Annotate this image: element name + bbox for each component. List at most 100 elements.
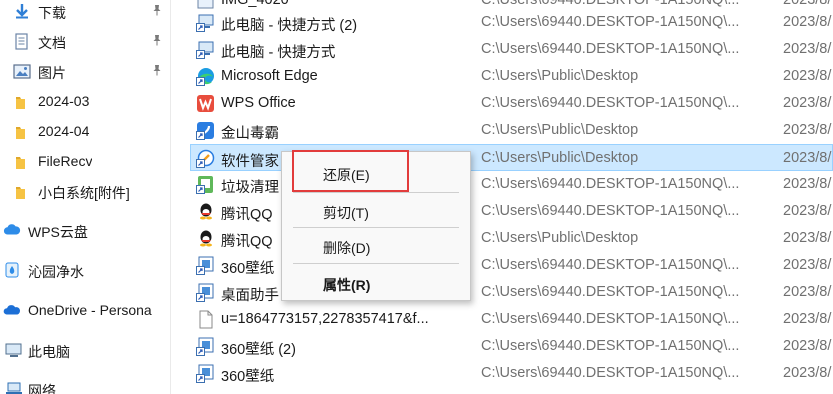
file-row[interactable]: 此电脑 - 快捷方式 (2) C:\Users\69440.DESKTOP-1A… xyxy=(191,9,833,36)
file-location: C:\Users\69440.DESKTOP-1A150NQ\... xyxy=(481,0,740,8)
file-location: C:\Users\Public\Desktop xyxy=(481,150,639,166)
sidebar-item-folder-filerecv[interactable]: FileRecv xyxy=(0,147,170,175)
sidebar-item-label: 小白系统[附件] xyxy=(38,185,130,201)
file-date: 2023/8/ xyxy=(783,257,832,273)
sidebar-item-label: 文档 xyxy=(38,35,66,51)
file-location: C:\Users\69440.DESKTOP-1A150NQ\... xyxy=(481,311,740,327)
sidebar-item-wps-cloud[interactable]: WPS云盘 xyxy=(0,216,170,244)
sidebar-item-label: 沁园净水 xyxy=(28,264,84,280)
sidebar-item-label: 下载 xyxy=(38,5,66,21)
file-date: 2023/8/ xyxy=(783,338,832,354)
wps-icon xyxy=(196,94,215,113)
menu-item-label: 属性(R) xyxy=(323,277,371,293)
sidebar-item-this-pc[interactable]: 此电脑 xyxy=(0,336,170,364)
menu-item-properties[interactable]: 属性(R) xyxy=(282,267,470,297)
restore-highlight-annotation xyxy=(292,150,409,192)
sidebar-item-label: WPS云盘 xyxy=(28,224,88,240)
file-list: IMG_4020 C:\Users\69440.DESKTOP-1A150NQ\… xyxy=(171,0,833,394)
file-name: 360壁纸 xyxy=(221,369,275,385)
pin-icon[interactable] xyxy=(150,34,164,48)
file-date: 2023/8/ xyxy=(783,14,832,30)
sidebar-item-network[interactable]: 网络 xyxy=(0,375,170,394)
file-location: C:\Users\69440.DESKTOP-1A150NQ\... xyxy=(481,203,740,219)
file-name: 垃圾清理 xyxy=(221,180,279,196)
folder-icon xyxy=(14,153,32,171)
folder-icon xyxy=(14,123,32,141)
sidebar-item-downloads[interactable]: 下载 xyxy=(0,0,170,25)
file-date: 2023/8/ xyxy=(783,284,832,300)
menu-item-cut[interactable]: 剪切(T) xyxy=(282,195,470,225)
qq-icon xyxy=(196,202,215,221)
file-date: 2023/8/ xyxy=(783,311,832,327)
edge-icon xyxy=(196,67,215,86)
file-row[interactable]: 360壁纸 (2) C:\Users\69440.DESKTOP-1A150NQ… xyxy=(191,333,833,360)
menu-separator xyxy=(293,227,459,228)
file-row[interactable]: WPS Office C:\Users\69440.DESKTOP-1A150N… xyxy=(191,90,833,117)
menu-item-label: 删除(D) xyxy=(323,240,371,256)
folder-icon xyxy=(14,93,32,111)
file-name: 金山毒霸 xyxy=(221,126,279,142)
file-date: 2023/8/ xyxy=(783,176,832,192)
menu-item-label: 剪切(T) xyxy=(323,205,369,221)
file-location: C:\Users\Public\Desktop xyxy=(481,122,639,138)
file-date: 2023/8/ xyxy=(783,203,832,219)
file-location: C:\Users\69440.DESKTOP-1A150NQ\... xyxy=(481,257,740,273)
file-name: 此电脑 - 快捷方式 xyxy=(221,45,336,61)
file-name: 桌面助手 xyxy=(221,288,279,304)
navigation-pane: 下载 文档 图片 2024-03 2024-04 FileRecv 小白系统[附… xyxy=(0,0,170,394)
document-icon xyxy=(13,32,31,50)
sidebar-item-label: 2024-04 xyxy=(38,123,90,139)
sidebar-item-label: FileRecv xyxy=(38,153,93,169)
file-date: 2023/8/ xyxy=(783,230,832,246)
pin-icon[interactable] xyxy=(150,4,164,18)
sidebar-item-label: OneDrive - Persona xyxy=(28,302,152,318)
file-row[interactable]: Microsoft Edge C:\Users\Public\Desktop 2… xyxy=(191,63,833,90)
file-location: C:\Users\69440.DESKTOP-1A150NQ\... xyxy=(481,284,740,300)
sidebar-item-label: 图片 xyxy=(38,65,66,81)
sidebar-item-folder-xiaobai[interactable]: 小白系统[附件] xyxy=(0,177,170,205)
software-manager-icon xyxy=(196,149,215,168)
file-location: C:\Users\Public\Desktop xyxy=(481,230,639,246)
file-date: 2023/8/ xyxy=(783,365,832,381)
file-location: C:\Users\69440.DESKTOP-1A150NQ\... xyxy=(481,176,740,192)
duba-icon xyxy=(196,121,215,140)
cleaner-icon xyxy=(196,175,215,194)
sidebar-item-onedrive[interactable]: OneDrive - Persona xyxy=(0,296,170,324)
folder-icon xyxy=(14,183,32,201)
sidebar-item-pictures[interactable]: 图片 xyxy=(0,57,170,85)
file-row[interactable]: 金山毒霸 C:\Users\Public\Desktop 2023/8/ xyxy=(191,117,833,144)
computer-icon xyxy=(5,341,23,359)
file-date: 2023/8/ xyxy=(783,95,832,111)
sidebar-item-folder-2024-04[interactable]: 2024-04 xyxy=(0,117,170,145)
wallpaper-shortcut-icon xyxy=(196,337,215,356)
network-icon xyxy=(5,380,23,394)
file-name: 360壁纸 xyxy=(221,261,275,277)
sidebar-item-label: 此电脑 xyxy=(28,344,70,360)
file-date: 2023/8/ xyxy=(783,0,832,8)
file-date: 2023/8/ xyxy=(783,41,832,57)
file-row[interactable]: u=1864773157,2278357417&f... C:\Users\69… xyxy=(191,306,833,333)
sidebar-item-documents[interactable]: 文档 xyxy=(0,27,170,55)
file-name: u=1864773157,2278357417&f... xyxy=(221,311,429,327)
file-name: Microsoft Edge xyxy=(221,68,318,84)
file-name: 软件管家 xyxy=(221,154,279,170)
file-name: IMG_4020 xyxy=(221,0,289,8)
sidebar-item-folder-2024-03[interactable]: 2024-03 xyxy=(0,87,170,115)
pc-shortcut-icon xyxy=(196,13,215,32)
picture-icon xyxy=(13,62,31,80)
file-name: 此电脑 - 快捷方式 (2) xyxy=(221,18,358,34)
sidebar-item-qinyuan[interactable]: 沁园净水 xyxy=(0,256,170,284)
file-location: C:\Users\Public\Desktop xyxy=(481,68,639,84)
cloud-icon xyxy=(3,221,21,239)
file-name: 腾讯QQ xyxy=(221,234,273,250)
water-drop-icon xyxy=(3,261,21,279)
file-date: 2023/8/ xyxy=(783,122,832,138)
file-location: C:\Users\69440.DESKTOP-1A150NQ\... xyxy=(481,338,740,354)
file-row[interactable]: 此电脑 - 快捷方式 C:\Users\69440.DESKTOP-1A150N… xyxy=(191,36,833,63)
desktop-assistant-icon xyxy=(196,283,215,302)
file-location: C:\Users\69440.DESKTOP-1A150NQ\... xyxy=(481,95,740,111)
file-row[interactable]: 360壁纸 C:\Users\69440.DESKTOP-1A150NQ\...… xyxy=(191,360,833,387)
onedrive-cloud-icon xyxy=(3,301,21,319)
menu-item-delete[interactable]: 删除(D) xyxy=(282,230,470,260)
pin-icon[interactable] xyxy=(150,64,164,78)
